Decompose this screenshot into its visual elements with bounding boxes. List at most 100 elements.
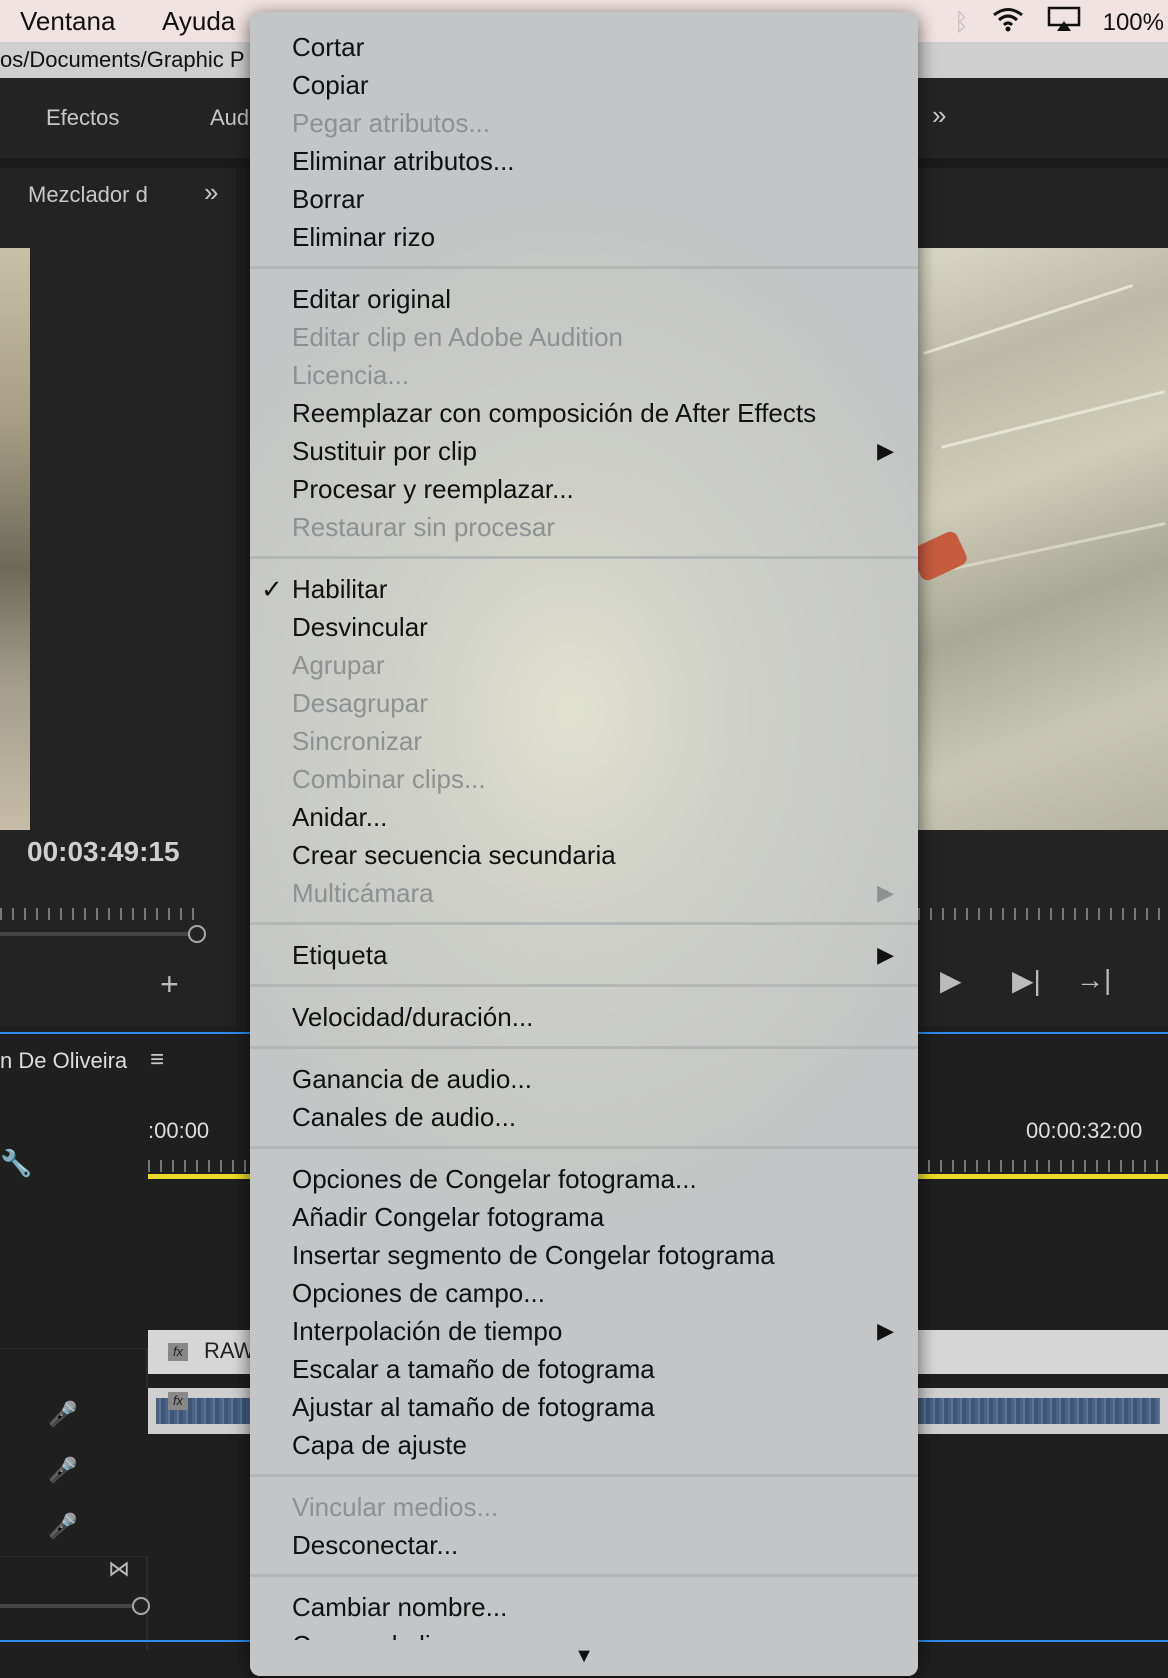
- source-timecode[interactable]: 00:03:49:15: [27, 836, 180, 868]
- play-icon[interactable]: ▶: [940, 964, 962, 997]
- menu-item-cortar[interactable]: Cortar: [250, 28, 918, 66]
- source-zoom-slider[interactable]: [0, 932, 190, 936]
- menu-item-label: Capa de ajuste: [292, 1430, 467, 1460]
- program-video-frame: [908, 248, 1168, 830]
- menu-item-label: Eliminar atributos...: [292, 146, 515, 176]
- menu-separator: [250, 256, 918, 280]
- menu-item-crear-subclip[interactable]: Crear subclip: [250, 1626, 918, 1640]
- fx-badge-icon[interactable]: fx: [168, 1343, 188, 1361]
- tab-effects[interactable]: Efectos: [46, 105, 119, 131]
- fx-badge-icon[interactable]: fx: [168, 1392, 188, 1410]
- menu-item-label: Pegar atributos...: [292, 108, 490, 138]
- menu-item-eliminar-atributos[interactable]: Eliminar atributos...: [250, 142, 918, 180]
- video-track-header[interactable]: [0, 1236, 148, 1293]
- menu-item-multicamara[interactable]: Multicámara ▶: [250, 874, 918, 912]
- wrench-icon[interactable]: 🔧: [0, 1148, 32, 1179]
- menu-item-borrar[interactable]: Borrar: [250, 180, 918, 218]
- menu-separator: [250, 1464, 918, 1488]
- menu-item-sincronizar[interactable]: Sincronizar: [250, 722, 918, 760]
- menu-ayuda[interactable]: Ayuda: [162, 6, 235, 37]
- menu-item-label: Cortar: [292, 32, 365, 62]
- menu-item-desvincular[interactable]: Desvincular: [250, 608, 918, 646]
- wifi-icon[interactable]: [991, 6, 1025, 39]
- menu-item-label: Desconectar...: [292, 1530, 459, 1560]
- menu-item-label: Copiar: [292, 70, 369, 100]
- menu-item-ajustar-al-tamano-de-fotograma[interactable]: Ajustar al tamaño de fotograma: [250, 1388, 918, 1426]
- menu-item-pegar-atributos[interactable]: Pegar atributos...: [250, 104, 918, 142]
- menu-item-ganancia-de-audio[interactable]: Ganancia de audio...: [250, 1060, 918, 1098]
- timeline-zoom-handle[interactable]: [132, 1597, 150, 1615]
- video-track-header[interactable]: [0, 1292, 148, 1349]
- zoom-to-sequence-icon[interactable]: ⋈: [108, 1556, 130, 1582]
- menu-item-cambiar-nombre[interactable]: Cambiar nombre...: [250, 1588, 918, 1626]
- audio-track-header[interactable]: 🎤: [0, 1388, 148, 1445]
- menu-item-interpolacion-de-tiempo[interactable]: Interpolación de tiempo ▶: [250, 1312, 918, 1350]
- menu-item-insertar-segmento-de-congelar-fotograma[interactable]: Insertar segmento de Congelar fotograma: [250, 1236, 918, 1274]
- menu-item-sustituir-por-clip[interactable]: Sustituir por clip ▶: [250, 432, 918, 470]
- menu-item-etiqueta[interactable]: Etiqueta ▶: [250, 936, 918, 974]
- timeline-zoom-slider[interactable]: [0, 1604, 136, 1608]
- menu-ventana[interactable]: Ventana: [20, 6, 115, 37]
- menu-item-agrupar[interactable]: Agrupar: [250, 646, 918, 684]
- menu-item-licencia[interactable]: Licencia...: [250, 356, 918, 394]
- menu-item-escalar-a-tamano-de-fotograma[interactable]: Escalar a tamaño de fotograma: [250, 1350, 918, 1388]
- submenu-arrow-icon: ▶: [877, 880, 894, 905]
- menu-item-label: Editar original: [292, 284, 451, 314]
- menu-item-label: Crear subclip: [292, 1630, 445, 1640]
- add-button-icon[interactable]: +: [160, 966, 179, 1003]
- menu-item-anidar[interactable]: Anidar...: [250, 798, 918, 836]
- menu-item-restaurar-sin-procesar[interactable]: Restaurar sin procesar: [250, 508, 918, 546]
- menu-item-desconectar[interactable]: Desconectar...: [250, 1526, 918, 1564]
- menu-item-procesar-y-reemplazar[interactable]: Procesar y reemplazar...: [250, 470, 918, 508]
- menu-item-label: Ganancia de audio...: [292, 1064, 532, 1094]
- step-forward-icon[interactable]: ▶|: [1012, 964, 1041, 997]
- submenu-arrow-icon: ▶: [877, 1318, 894, 1343]
- menu-item-reemplazar-con-composicion-de-after-effects[interactable]: Reemplazar con composición de After Effe…: [250, 394, 918, 432]
- menu-item-editar-clip-en-adobe-audition[interactable]: Editar clip en Adobe Audition: [250, 318, 918, 356]
- airplay-icon[interactable]: [1047, 6, 1081, 39]
- menu-item-canales-de-audio[interactable]: Canales de audio...: [250, 1098, 918, 1136]
- more-panels-icon[interactable]: »: [932, 100, 946, 131]
- more-tabs-icon[interactable]: »: [204, 177, 218, 208]
- mic-icon[interactable]: 🎤: [48, 1456, 78, 1485]
- menu-item-label: Licencia...: [292, 360, 410, 390]
- battery-percentage: 100%: [1102, 8, 1164, 36]
- audio-track-header[interactable]: 🎤: [0, 1444, 148, 1501]
- audio-track-header[interactable]: 🎤: [0, 1500, 148, 1557]
- scroll-down-arrow-icon[interactable]: ▼: [250, 1645, 918, 1668]
- menu-item-anadir-congelar-fotograma[interactable]: Añadir Congelar fotograma: [250, 1198, 918, 1236]
- menu-item-combinar-clips[interactable]: Combinar clips...: [250, 760, 918, 798]
- menu-item-habilitar[interactable]: ✓ Habilitar: [250, 570, 918, 608]
- tab-audio[interactable]: Aud: [210, 105, 249, 131]
- tab-mixer[interactable]: Mezclador d: [28, 182, 148, 208]
- sequence-menu-icon[interactable]: ≡: [150, 1046, 164, 1074]
- menu-item-opciones-de-congelar-fotograma[interactable]: Opciones de Congelar fotograma...: [250, 1160, 918, 1198]
- menu-item-eliminar-rizo[interactable]: Eliminar rizo: [250, 218, 918, 256]
- menu-item-desagrupar[interactable]: Desagrupar: [250, 684, 918, 722]
- menu-item-label: Desagrupar: [292, 688, 428, 718]
- submenu-arrow-icon: ▶: [877, 942, 894, 967]
- menu-item-label: Editar clip en Adobe Audition: [292, 322, 624, 352]
- bluetooth-icon[interactable]: ᛒ: [954, 9, 968, 37]
- video-track-header[interactable]: [0, 1180, 148, 1237]
- mic-icon[interactable]: 🎤: [48, 1400, 78, 1429]
- status-area: ᛒ 100%: [954, 6, 1164, 39]
- menu-item-opciones-de-campo[interactable]: Opciones de campo...: [250, 1274, 918, 1312]
- menu-item-label: Escalar a tamaño de fotograma: [292, 1354, 655, 1384]
- menu-separator: [250, 912, 918, 936]
- menu-item-capa-de-ajuste[interactable]: Capa de ajuste: [250, 1426, 918, 1464]
- menu-item-label: Añadir Congelar fotograma: [292, 1202, 605, 1232]
- menu-item-copiar[interactable]: Copiar: [250, 66, 918, 104]
- go-to-out-icon[interactable]: →|: [1076, 964, 1111, 996]
- source-zoom-handle[interactable]: [188, 925, 206, 943]
- menu-item-crear-secuencia-secundaria[interactable]: Crear secuencia secundaria: [250, 836, 918, 874]
- mic-icon[interactable]: 🎤: [48, 1512, 78, 1541]
- menu-item-vincular-medios[interactable]: Vincular medios...: [250, 1488, 918, 1526]
- menu-item-label: Interpolación de tiempo: [292, 1316, 563, 1346]
- sequence-tab[interactable]: n De Oliveira: [0, 1048, 127, 1074]
- source-ruler: [0, 908, 200, 920]
- checkmark-icon: ✓: [261, 574, 283, 604]
- menu-item-label: Desvincular: [292, 612, 428, 642]
- menu-item-velocidad-duracion[interactable]: Velocidad/duración...: [250, 998, 918, 1036]
- menu-item-editar-original[interactable]: Editar original: [250, 280, 918, 318]
